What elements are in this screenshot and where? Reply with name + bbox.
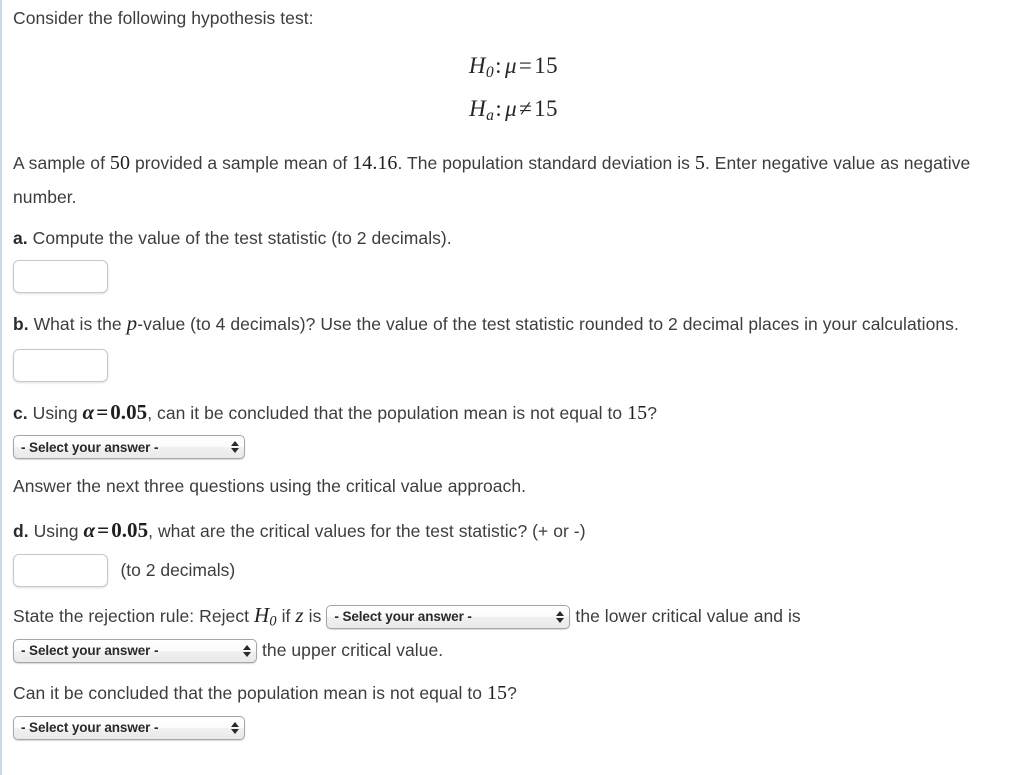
part-a-answer-row bbox=[13, 254, 1014, 295]
alternative-hypothesis-symbol: H bbox=[469, 95, 487, 121]
part-c-alpha-value: 0.05 bbox=[110, 399, 148, 424]
part-d-answer-row: (to 2 decimals) bbox=[13, 550, 1014, 587]
rejection-rule-text-upper: the upper critical value. bbox=[262, 639, 444, 660]
part-c-answer-select[interactable]: - Select your answer - bbox=[13, 435, 245, 460]
critical-value-intro: Answer the next three questions using th… bbox=[13, 471, 1014, 502]
null-hypothesis-variable: μ bbox=[504, 53, 517, 79]
rejection-rule-h-expression: H0 bbox=[253, 602, 277, 630]
rejection-rule-upper-select-label: - Select your answer - bbox=[21, 643, 159, 659]
conclusion-text-before: Can it be concluded that the population … bbox=[13, 683, 483, 704]
conclusion-answer-select-label: - Select your answer - bbox=[21, 720, 159, 736]
part-c-text-middle: , can it be concluded that the populatio… bbox=[147, 402, 623, 423]
given-data-paragraph: A sample of 50 provided a sample mean of… bbox=[13, 146, 1014, 213]
chevron-updown-icon bbox=[229, 721, 239, 734]
hypothesis-display: H0: μ=15 Ha: μ≠15 bbox=[13, 34, 1014, 130]
null-hypothesis-subscript: 0 bbox=[485, 64, 495, 82]
worksheet-page: Consider the following hypothesis test: … bbox=[0, 0, 1024, 775]
chevron-updown-icon bbox=[554, 611, 565, 624]
problem-intro-text: Consider the following hypothesis test: bbox=[13, 8, 314, 28]
null-hypothesis-colon: : bbox=[495, 53, 502, 79]
alternative-hypothesis: Ha: μ≠15 bbox=[13, 88, 1014, 131]
rejection-rule-lower-select-label: - Select your answer - bbox=[334, 609, 472, 625]
part-d-prompt: d. Using α=0.05, what are the critical v… bbox=[13, 512, 1014, 549]
chevron-updown-icon bbox=[229, 441, 239, 454]
part-b-text-before: What is the bbox=[33, 314, 122, 335]
rejection-rule-z-symbol: z bbox=[295, 602, 304, 627]
rejection-rule-lower-select[interactable]: - Select your answer - bbox=[326, 605, 571, 630]
part-d-answer-note: (to 2 decimals) bbox=[120, 559, 236, 580]
sample-size-value: 50 bbox=[109, 152, 131, 175]
rejection-rule-line-1: State the rejection rule: Reject H0 if z… bbox=[13, 597, 1014, 635]
part-d-text-before: Using bbox=[33, 521, 79, 542]
conclusion-text-end: ? bbox=[507, 683, 517, 704]
part-a-letter: a. bbox=[13, 228, 28, 249]
conclusion-answer-select[interactable]: - Select your answer - bbox=[13, 715, 245, 740]
given-mid-1: provided a sample mean of bbox=[134, 153, 348, 174]
null-hypothesis-symbol: H bbox=[468, 53, 486, 79]
problem-intro: Consider the following hypothesis test: bbox=[13, 0, 1014, 34]
given-mid-2: . The population standard deviation is bbox=[397, 153, 690, 174]
rejection-rule-upper-select[interactable]: - Select your answer - bbox=[13, 639, 257, 664]
part-b-prompt: b. What is the p-value (to 4 decimals)? … bbox=[13, 305, 1014, 342]
part-d-alpha-relation: = bbox=[97, 518, 110, 543]
critical-value-intro-text: Answer the next three questions using th… bbox=[13, 476, 527, 497]
sample-mean-value: 14.16 bbox=[352, 152, 398, 175]
part-b-text-after: -value (to 4 decimals)? Use the value of… bbox=[137, 314, 959, 335]
part-c-alpha-symbol: α bbox=[82, 399, 95, 424]
chevron-updown-icon bbox=[241, 645, 251, 658]
null-hypothesis-relation: = bbox=[518, 53, 533, 79]
part-d-letter: d. bbox=[13, 521, 29, 542]
part-c-answer-select-label: - Select your answer - bbox=[21, 439, 159, 455]
part-c-answer-row: - Select your answer - bbox=[13, 431, 1014, 461]
part-c-alpha-expression: α=0.05 bbox=[83, 400, 148, 424]
part-d-text-end: , what are the critical values for the t… bbox=[148, 521, 586, 542]
conclusion-mean-value: 15 bbox=[486, 682, 508, 705]
null-hypothesis: H0: μ=15 bbox=[13, 45, 1014, 88]
rejection-rule-text-lower: the lower critical value and is bbox=[575, 605, 801, 626]
part-c-prompt: c. Using α=0.05, can it be concluded tha… bbox=[13, 394, 1014, 432]
part-a-answer-input[interactable] bbox=[13, 260, 108, 294]
part-a-text: Compute the value of the test statistic … bbox=[32, 228, 452, 249]
part-b-answer-input[interactable] bbox=[13, 348, 108, 382]
part-c-alpha-relation: = bbox=[96, 399, 109, 424]
part-d-alpha-expression: α=0.05 bbox=[84, 518, 149, 542]
part-c-mean-value: 15 bbox=[627, 401, 648, 424]
part-c-text-end: ? bbox=[647, 402, 657, 423]
rejection-rule-h-subscript: 0 bbox=[269, 613, 277, 630]
conclusion-prompt: Can it be concluded that the population … bbox=[13, 676, 1014, 712]
rejection-rule-text-is: is bbox=[308, 605, 322, 626]
null-hypothesis-value: 15 bbox=[534, 53, 559, 79]
rejection-rule-text-start: State the rejection rule: Reject bbox=[13, 605, 250, 626]
rejection-rule-line-2: - Select your answer - the upper critica… bbox=[13, 635, 1014, 666]
alternative-hypothesis-value: 15 bbox=[534, 95, 558, 121]
population-sd-value: 5 bbox=[694, 152, 705, 175]
alternative-hypothesis-variable: μ bbox=[505, 95, 518, 121]
rejection-rule-text-if: if bbox=[281, 605, 291, 626]
given-prefix: A sample of bbox=[13, 153, 105, 174]
rejection-rule-h-symbol: H bbox=[253, 602, 270, 627]
part-b-answer-row bbox=[13, 343, 1014, 384]
p-value-symbol: p bbox=[126, 311, 138, 336]
alternative-hypothesis-relation: ≠ bbox=[519, 95, 533, 121]
part-d-answer-input[interactable] bbox=[13, 553, 108, 587]
part-d-alpha-value: 0.05 bbox=[111, 518, 149, 543]
part-d-alpha-symbol: α bbox=[83, 518, 96, 543]
conclusion-answer-row: - Select your answer - bbox=[13, 712, 1014, 742]
part-c-text-before: Using bbox=[32, 402, 78, 423]
part-a-prompt: a. Compute the value of the test statist… bbox=[13, 223, 1014, 254]
part-c-letter: c. bbox=[13, 402, 28, 423]
part-b-letter: b. bbox=[13, 314, 29, 335]
alternative-hypothesis-colon: : bbox=[495, 95, 503, 121]
